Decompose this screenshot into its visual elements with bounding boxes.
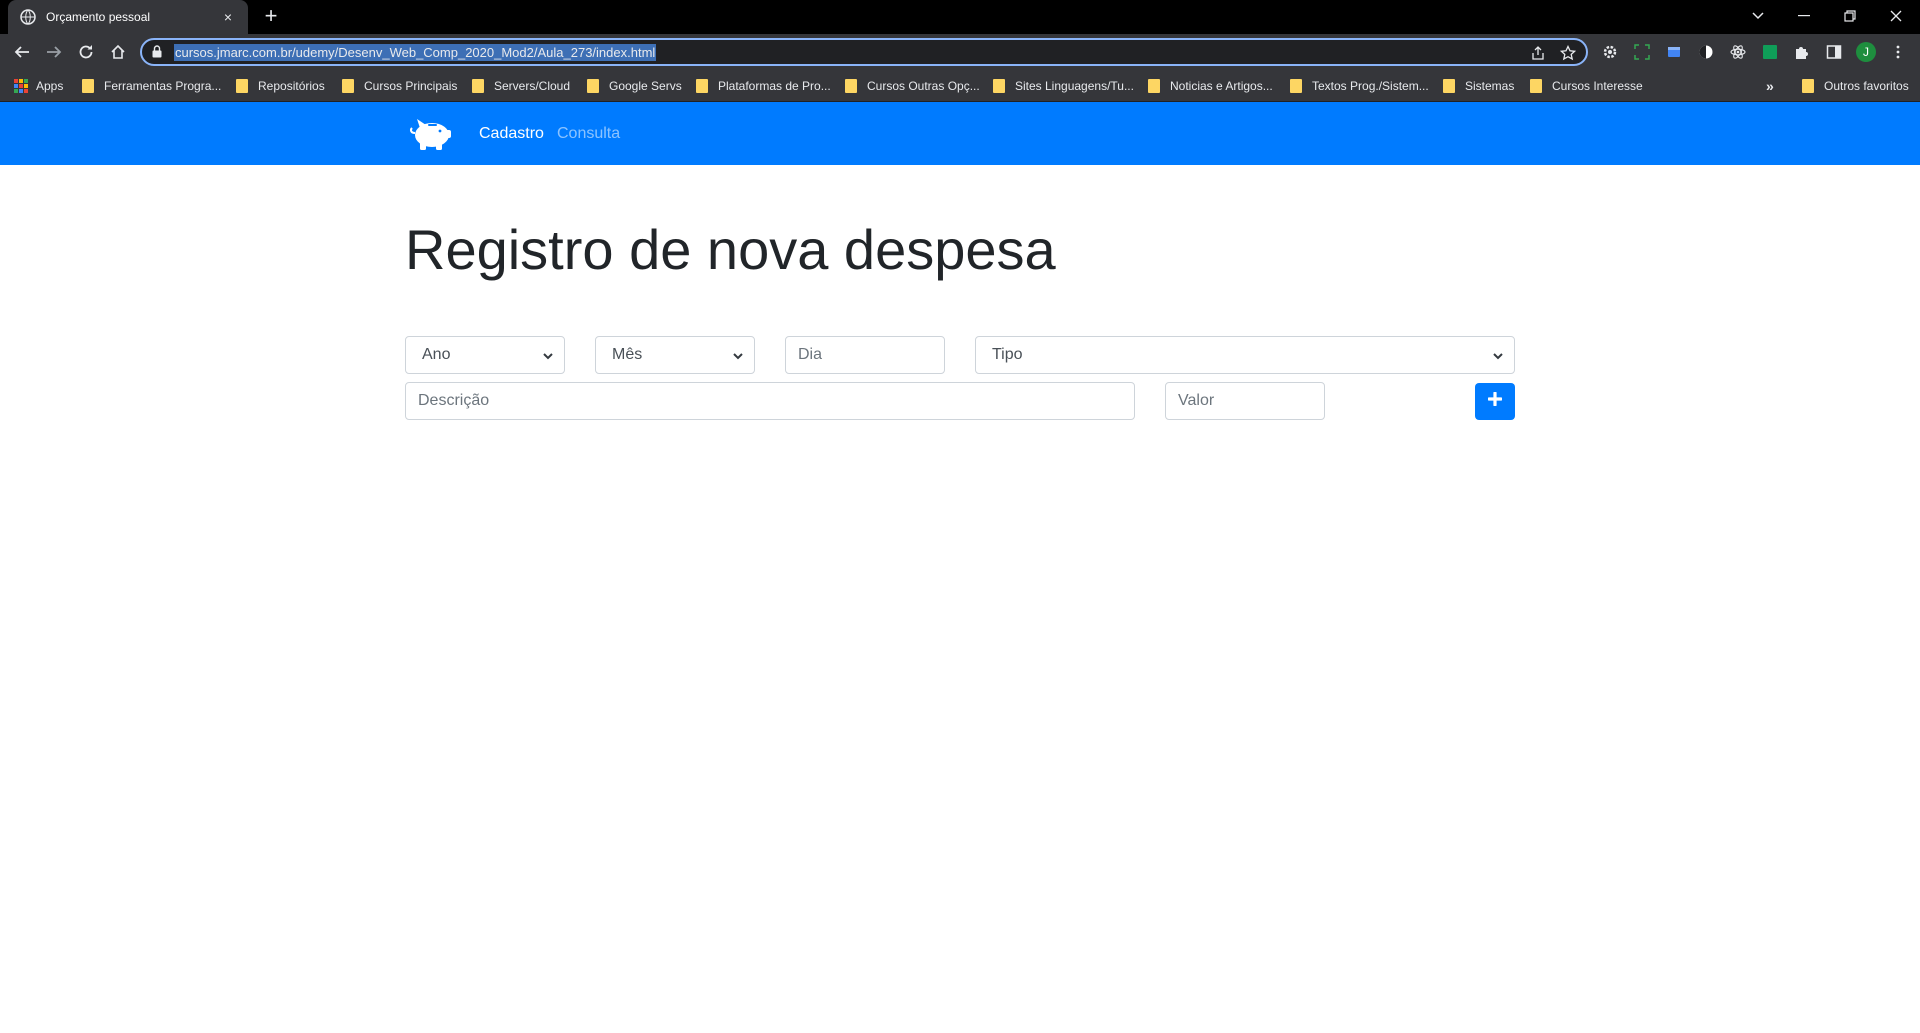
folder-icon	[1148, 79, 1160, 93]
bookmark-folder[interactable]: Textos Prog./Sistem...	[1290, 78, 1429, 94]
side-panel-icon[interactable]	[1826, 44, 1842, 60]
page-title: Registro de nova despesa	[405, 218, 1056, 281]
chevron-down-icon	[732, 349, 744, 367]
add-expense-button[interactable]	[1475, 383, 1515, 420]
valor-placeholder: Valor	[1178, 392, 1215, 409]
bookmark-label: Apps	[36, 79, 64, 93]
puzzle-extensions-icon[interactable]	[1794, 44, 1810, 60]
folder-icon	[472, 79, 484, 93]
descricao-input[interactable]: Descrição	[405, 382, 1135, 420]
tab-search-icon[interactable]	[1738, 4, 1778, 28]
browser-tab[interactable]: Orçamento pessoal ×	[8, 0, 248, 34]
tab-close-icon[interactable]: ×	[220, 9, 236, 25]
plus-icon	[1487, 391, 1503, 411]
window-extension-icon[interactable]	[1666, 44, 1682, 60]
bookmark-folder[interactable]: Servers/Cloud	[472, 78, 570, 94]
bookmark-folder[interactable]: Cursos Outras Opç...	[845, 78, 980, 94]
close-window-icon[interactable]	[1876, 4, 1916, 28]
restore-icon[interactable]	[1830, 4, 1870, 28]
tab-title: Orçamento pessoal	[46, 10, 151, 24]
bookmark-label: Cursos Principais	[364, 79, 458, 93]
bookmark-folder[interactable]: Ferramentas Progra...	[82, 78, 221, 94]
settings-extension-icon[interactable]	[1602, 44, 1618, 60]
share-icon[interactable]	[1530, 45, 1546, 61]
folder-icon	[1443, 79, 1455, 93]
minimize-icon[interactable]	[1784, 4, 1824, 28]
dia-placeholder: Dia	[798, 346, 823, 363]
folder-icon	[1802, 79, 1814, 93]
dark-mode-extension-icon[interactable]	[1698, 44, 1714, 60]
back-icon[interactable]	[10, 40, 34, 64]
bookmark-label: Plataformas de Pro...	[718, 79, 831, 93]
folder-icon	[845, 79, 857, 93]
forward-icon[interactable]	[42, 40, 66, 64]
dia-input[interactable]: Dia	[785, 336, 945, 374]
tipo-select[interactable]: Tipo	[975, 336, 1515, 374]
bookmark-folder[interactable]: Cursos Interesse	[1530, 78, 1643, 94]
profile-avatar[interactable]: J	[1856, 42, 1876, 62]
mes-select[interactable]: Mês	[595, 336, 755, 374]
bookmark-folder[interactable]: Google Servs	[587, 78, 682, 94]
folder-icon	[993, 79, 1005, 93]
ano-select-value: Ano	[422, 346, 451, 363]
nav-link-consulta[interactable]: Consulta	[557, 124, 620, 144]
react-devtools-icon[interactable]	[1730, 44, 1746, 60]
bookmark-label: Outros favoritos	[1824, 79, 1909, 93]
screenshot-extension-icon[interactable]	[1634, 44, 1650, 60]
nav-link-cadastro[interactable]: Cadastro	[479, 124, 544, 144]
folder-icon	[236, 79, 248, 93]
bookmark-folder[interactable]: Noticias e Artigos...	[1148, 78, 1273, 94]
folder-icon	[82, 79, 94, 93]
new-tab-button[interactable]: +	[260, 5, 282, 28]
chevron-down-icon	[542, 349, 554, 367]
bookmark-label: Noticias e Artigos...	[1170, 79, 1273, 93]
url-text[interactable]: cursos.jmarc.com.br/udemy/Desenv_Web_Com…	[174, 44, 657, 61]
folder-icon	[1530, 79, 1542, 93]
bookmark-label: Textos Prog./Sistem...	[1312, 79, 1429, 93]
address-bar[interactable]: cursos.jmarc.com.br/udemy/Desenv_Web_Com…	[140, 38, 1588, 66]
bookmark-folder[interactable]: Plataformas de Pro...	[696, 78, 831, 94]
bookmark-label: Ferramentas Progra...	[104, 79, 222, 93]
browser-toolbar: cursos.jmarc.com.br/udemy/Desenv_Web_Com…	[0, 34, 1920, 70]
reload-icon[interactable]	[74, 40, 98, 64]
lock-icon[interactable]	[152, 45, 162, 63]
chevron-down-icon	[1492, 349, 1504, 367]
bookmark-folder[interactable]: Repositórios	[236, 78, 325, 94]
bookmark-folder[interactable]: Cursos Principais	[342, 78, 457, 94]
bookmark-label: Cursos Interesse	[1552, 79, 1643, 93]
globe-icon	[20, 9, 36, 25]
home-icon[interactable]	[106, 40, 130, 64]
tipo-select-value: Tipo	[992, 346, 1023, 363]
bookmark-folder[interactable]: Sistemas	[1443, 78, 1514, 94]
bookmarks-bar: Apps Ferramentas Progra... Repositórios …	[0, 70, 1920, 102]
bookmark-label: Sistemas	[1465, 79, 1515, 93]
bookmark-star-icon[interactable]	[1559, 44, 1577, 61]
bookmark-folder[interactable]: Sites Linguagens/Tu...	[993, 78, 1134, 94]
bookmark-label: Sites Linguagens/Tu...	[1015, 79, 1134, 93]
bookmarks-overflow-icon[interactable]: »	[1766, 78, 1774, 94]
apps-grid-icon	[14, 79, 28, 93]
folder-icon	[1290, 79, 1302, 93]
piggy-bank-icon[interactable]	[408, 116, 454, 152]
green-extension-icon[interactable]	[1762, 44, 1778, 60]
mes-select-value: Mês	[612, 346, 643, 363]
folder-icon	[342, 79, 354, 93]
descricao-placeholder: Descrição	[418, 392, 490, 409]
browser-tab-strip: Orçamento pessoal × +	[0, 0, 1920, 34]
bookmark-label: Servers/Cloud	[494, 79, 571, 93]
folder-icon	[696, 79, 708, 93]
chrome-menu-icon[interactable]	[1890, 44, 1906, 60]
ano-select[interactable]: Ano	[405, 336, 565, 374]
valor-input[interactable]: Valor	[1165, 382, 1325, 420]
bookmark-label: Cursos Outras Opç...	[867, 79, 980, 93]
folder-icon	[587, 79, 599, 93]
site-navbar: Cadastro Consulta	[0, 102, 1920, 165]
bookmark-label: Repositórios	[258, 79, 325, 93]
bookmark-label: Google Servs	[609, 79, 682, 93]
bookmark-other-favorites[interactable]: Outros favoritos	[1802, 78, 1909, 94]
bookmark-apps[interactable]: Apps	[14, 78, 63, 94]
